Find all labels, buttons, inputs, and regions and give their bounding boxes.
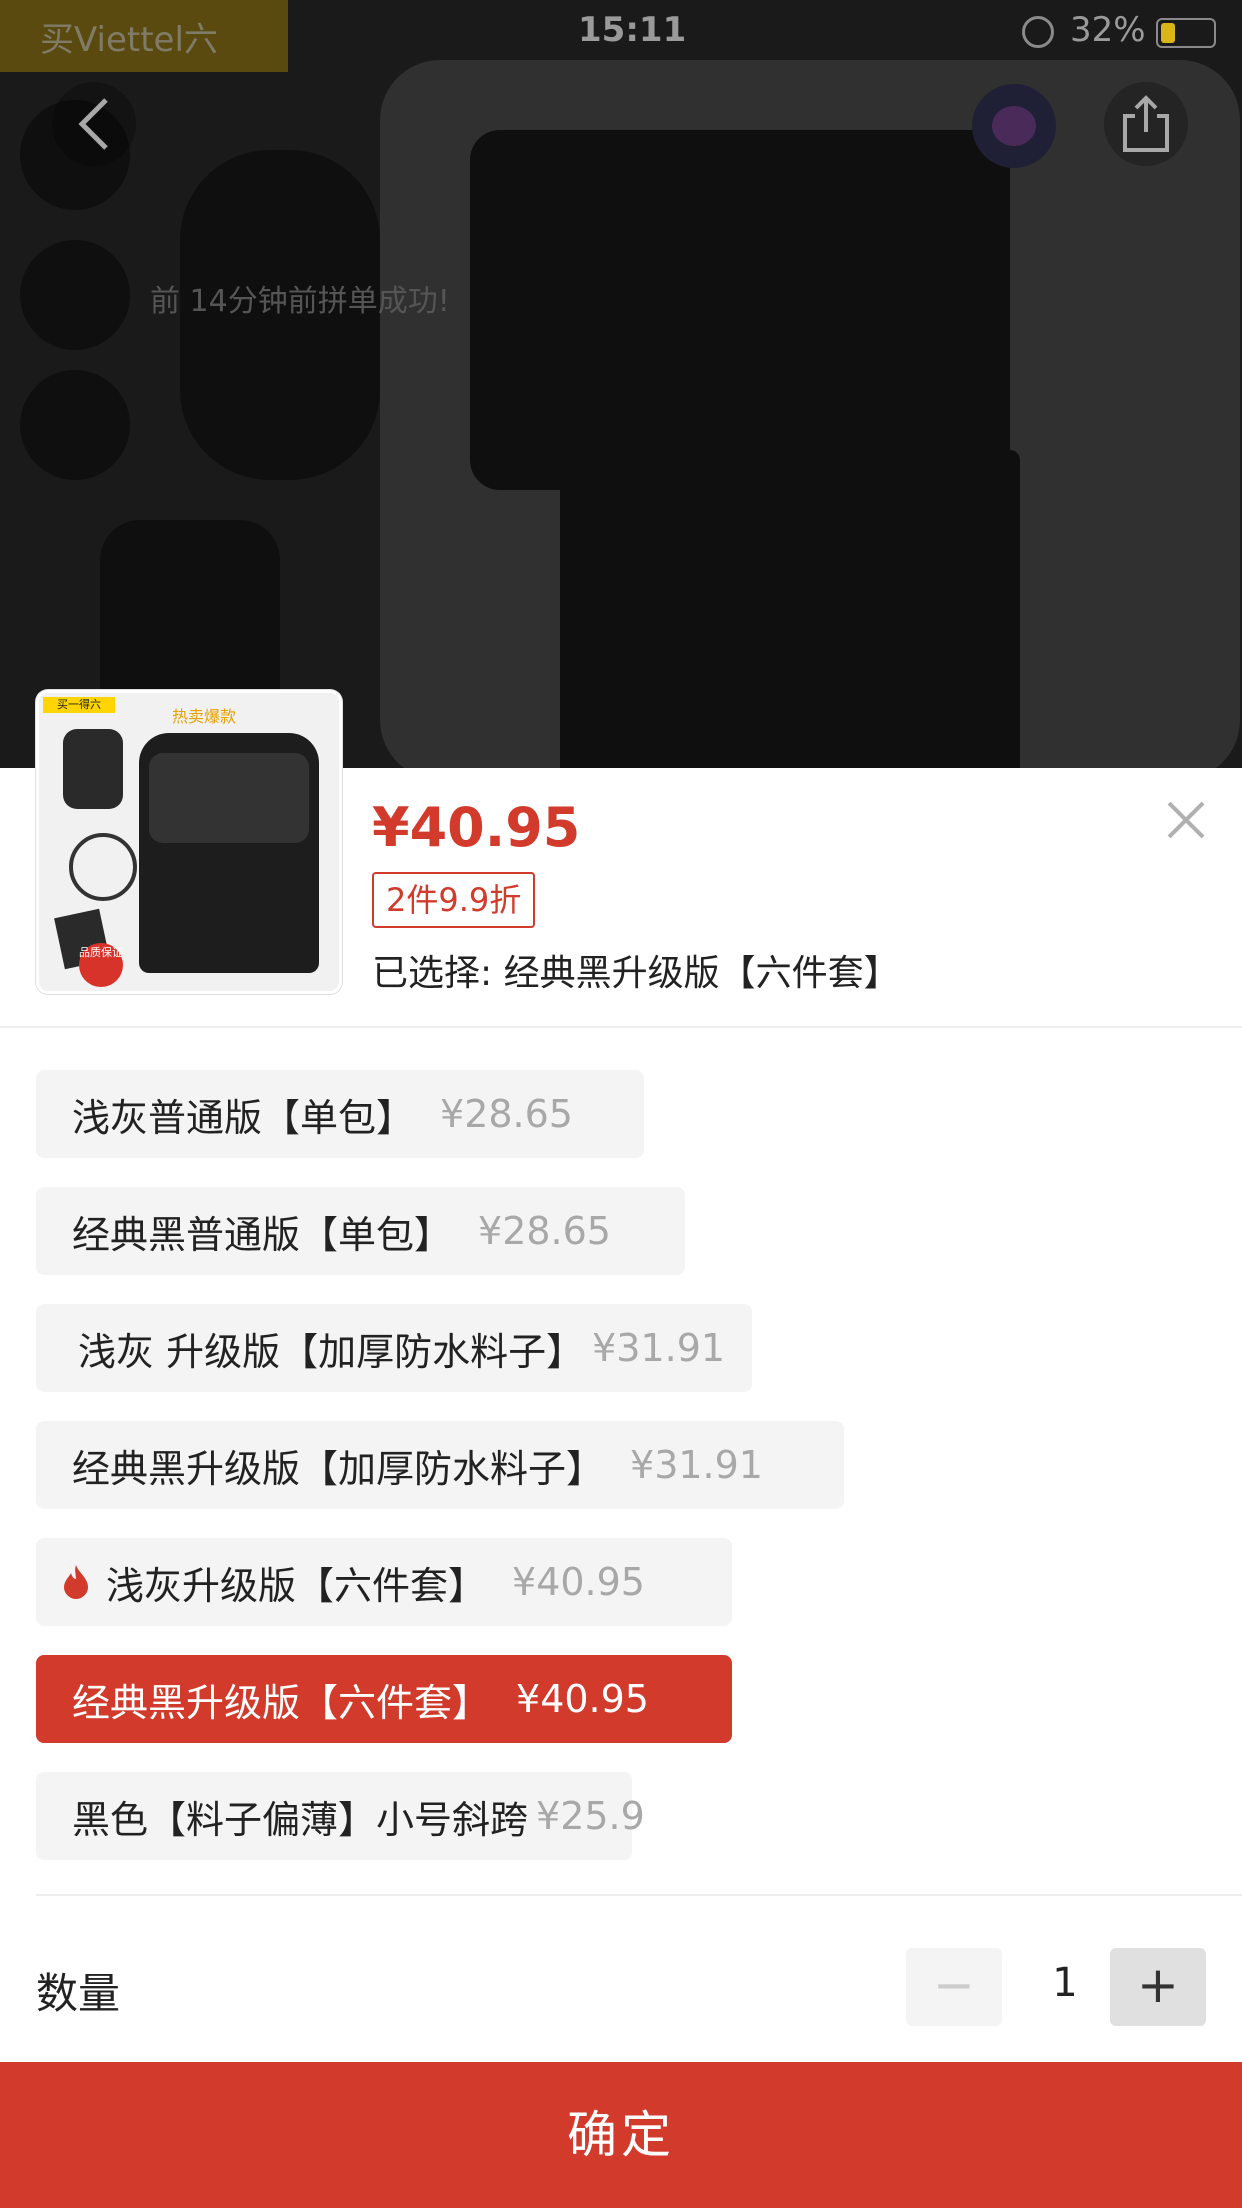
variant-option[interactable]: 经典黑普通版【单包】 ¥28.65 xyxy=(36,1187,685,1275)
close-icon[interactable] xyxy=(1160,794,1212,846)
chevron-left-icon xyxy=(78,98,108,150)
quantity-label: 数量 xyxy=(36,1969,121,2018)
divider xyxy=(0,1026,1242,1028)
quantity-decrease-button[interactable]: − xyxy=(906,1948,1002,2026)
user-avatar-button[interactable] xyxy=(972,84,1056,168)
variant-price: ¥28.65 xyxy=(478,1209,611,1253)
variant-price: ¥31.91 xyxy=(592,1326,726,1370)
battery-percentage: 32% xyxy=(1070,10,1146,50)
confirm-button[interactable]: 确定 xyxy=(0,2062,1242,2208)
variant-price: ¥28.65 xyxy=(440,1092,573,1136)
variant-option[interactable]: 经典黑升级版【加厚防水料子】 ¥31.91 xyxy=(36,1421,844,1509)
variant-price: ¥25.9 xyxy=(536,1794,645,1838)
divider xyxy=(36,1894,1242,1896)
group-buy-toast: 前 14分钟前拼单成功! xyxy=(150,284,450,319)
variant-option[interactable]: 浅灰 升级版【加厚防水料子】 ¥31.91 xyxy=(36,1304,752,1392)
thumb-backpack-flap xyxy=(149,753,309,843)
variant-label: 浅灰 升级版【加厚防水料子】 xyxy=(78,1329,585,1374)
carrier-label: 买Viettel六 xyxy=(40,20,218,60)
variant-label: 经典黑升级版【六件套】 xyxy=(72,1680,491,1725)
variant-option-selected[interactable]: 经典黑升级版【六件套】 ¥40.95 xyxy=(36,1655,732,1743)
variant-label: 经典黑升级版【加厚防水料子】 xyxy=(72,1446,605,1491)
product-thumbnail[interactable]: 买一得六 热卖爆款 品质保证 xyxy=(36,690,342,994)
thumb-banner: 买一得六 xyxy=(43,697,115,713)
battery-icon xyxy=(1156,18,1216,48)
thumb-quality-stamp: 品质保证 xyxy=(79,943,123,987)
variant-label: 经典黑普通版【单包】 xyxy=(72,1212,453,1257)
variant-option[interactable]: 浅灰普通版【单包】 ¥28.65 xyxy=(36,1070,644,1158)
variant-label: 黑色【料子偏薄】小号斜跨 xyxy=(72,1797,529,1842)
quantity-increase-button[interactable]: + xyxy=(1110,1948,1206,2026)
share-button[interactable] xyxy=(1104,82,1188,166)
selected-variant-text: 已选择: 经典黑升级版【六件套】 xyxy=(372,953,900,994)
share-icon xyxy=(1123,95,1169,152)
promo-badge: 2件9.9折 xyxy=(372,872,536,928)
back-button[interactable] xyxy=(52,82,136,166)
rotation-lock-icon xyxy=(1022,16,1054,48)
thumb-small-bag xyxy=(63,729,123,809)
quantity-value[interactable]: 1 xyxy=(1040,1960,1090,2006)
variant-label: 浅灰普通版【单包】 xyxy=(72,1095,415,1140)
variant-price: ¥40.95 xyxy=(516,1677,649,1721)
variant-price: ¥40.95 xyxy=(512,1560,645,1604)
selected-price: ¥40.95 xyxy=(372,796,581,859)
dim-overlay[interactable] xyxy=(0,0,1242,768)
variant-option[interactable]: 浅灰升级版【六件套】 ¥40.95 xyxy=(36,1538,732,1626)
status-bar: 买Viettel六 15:11 32% xyxy=(0,0,1242,72)
variant-price: ¥31.91 xyxy=(630,1443,763,1487)
thumb-hot-label: 热卖爆款 xyxy=(171,707,236,726)
thumb-cable xyxy=(69,833,137,901)
variant-label: 浅灰升级版【六件套】 xyxy=(106,1563,487,1608)
flame-icon xyxy=(64,1565,88,1599)
clock: 15:11 xyxy=(578,10,687,50)
variant-option[interactable]: 黑色【料子偏薄】小号斜跨 ¥25.9 xyxy=(36,1772,645,1860)
